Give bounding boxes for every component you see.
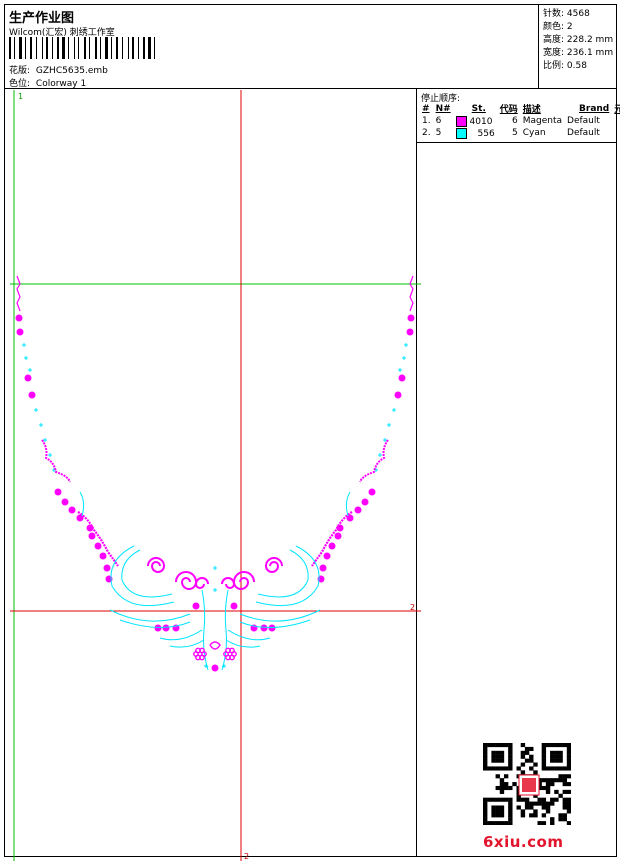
header-bottom-line bbox=[5, 88, 616, 89]
sheet-title: 生产作业图 bbox=[9, 11, 75, 26]
watermark-logo: 6xiu.com bbox=[483, 833, 564, 851]
col-desc: 描述 bbox=[522, 105, 541, 115]
guide-label-right: 2 bbox=[410, 603, 415, 612]
stat-height: 高度: 228.2 mm bbox=[543, 35, 614, 45]
necklace-motif bbox=[15, 275, 415, 672]
stat-stitches: 针数: 4568 bbox=[543, 9, 590, 19]
stat-colors: 颜色: 2 bbox=[543, 22, 573, 32]
table-header-row: # N# St. 代码 描述 Brand 元素 bbox=[420, 102, 620, 116]
qr-code bbox=[483, 743, 571, 825]
guide-label-top-left: 1 bbox=[18, 92, 23, 101]
table-row: 1. 6 4010 6 Magenta Default bbox=[422, 115, 600, 127]
pattern-label: 花版: bbox=[9, 66, 31, 76]
table-bottom-line bbox=[416, 142, 616, 143]
production-sheet: 生产作业图 Wilcom(汇宏) 刺绣工作室 花版: GZHC5635.emb … bbox=[4, 4, 620, 861]
color-sequence-table: # N# St. 代码 描述 Brand 元素 1. 6 4010 6 Mage… bbox=[420, 102, 620, 139]
col-element: 元素 bbox=[614, 105, 620, 115]
embroidery-design-canvas: 1 2 2 bbox=[10, 90, 421, 861]
color-swatch bbox=[455, 127, 467, 139]
color-swatch bbox=[455, 115, 467, 127]
col-code: 代码 bbox=[499, 105, 518, 115]
pattern-row: 花版: GZHC5635.emb bbox=[9, 63, 108, 76]
stat-width: 宽度: 236.1 mm bbox=[543, 48, 614, 58]
table-row: 2. 5 556 5 Cyan Default bbox=[422, 127, 600, 139]
col-index: # bbox=[422, 103, 430, 114]
pattern-value: GZHC5635.emb bbox=[35, 66, 108, 76]
header-divider bbox=[538, 5, 539, 88]
col-needle: N# bbox=[435, 103, 451, 114]
col-stops: St. bbox=[471, 103, 486, 114]
barcode bbox=[9, 37, 155, 59]
col-brand: Brand bbox=[579, 103, 610, 114]
stat-scale: 比例: 0.58 bbox=[543, 61, 587, 71]
